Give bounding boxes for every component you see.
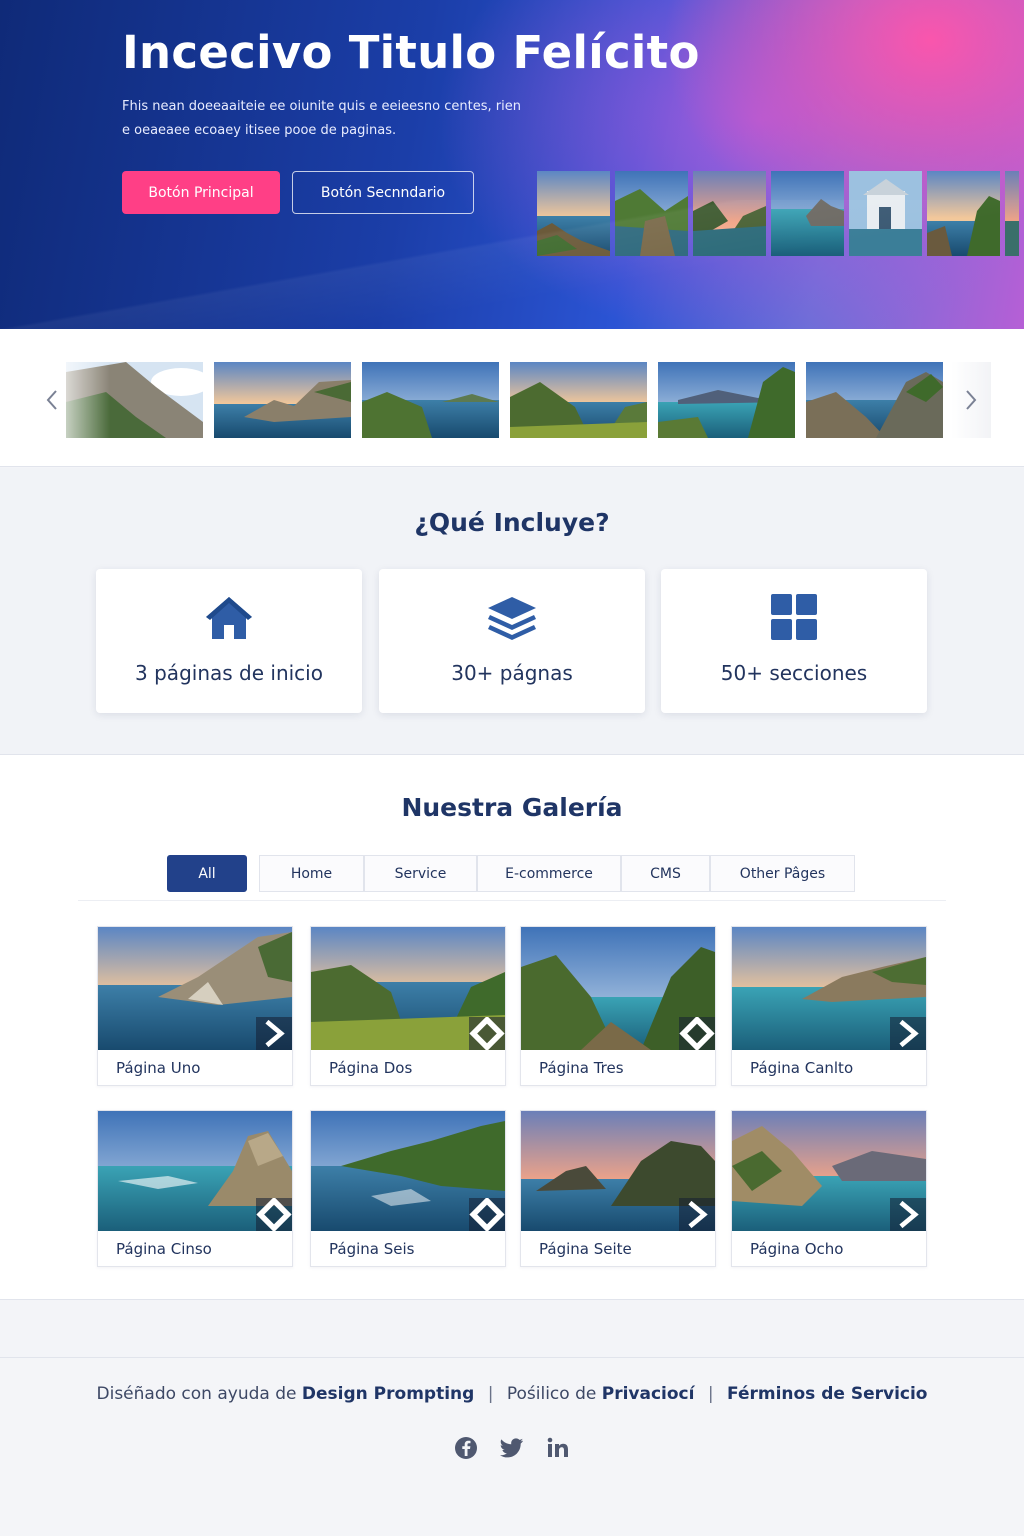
gallery-caption: Página Dos: [329, 1058, 413, 1077]
footer-credit-text: Diséñado con ayuda de: [96, 1384, 297, 1404]
gallery-open-button[interactable]: [890, 1198, 926, 1231]
gallery-open-button[interactable]: [256, 1017, 292, 1050]
chevron-right-icon: [899, 1019, 919, 1048]
carousel-thumbnail[interactable]: [510, 362, 647, 438]
carousel-next-button[interactable]: [951, 362, 991, 438]
diamond-icon: [469, 1017, 505, 1050]
filter-other-pages[interactable]: Other Pâges: [710, 855, 855, 892]
include-card-label: 3 páginas de inicio: [135, 661, 323, 685]
gallery-caption: Página Cinso: [116, 1239, 212, 1258]
twitter-icon[interactable]: [500, 1436, 524, 1460]
home-icon: [96, 593, 362, 643]
primary-button[interactable]: Botón Principal: [122, 171, 280, 214]
filter-cms[interactable]: CMS: [621, 855, 710, 892]
gallery-item[interactable]: Página Dos: [310, 926, 506, 1086]
facebook-icon[interactable]: [454, 1436, 478, 1460]
carousel-thumbnail[interactable]: [658, 362, 795, 438]
chevron-right-icon: [899, 1200, 919, 1229]
diamond-icon: [679, 1017, 715, 1050]
gallery-item[interactable]: Página Tres: [520, 926, 716, 1086]
diamond-icon: [256, 1198, 292, 1231]
hero-thumbnail[interactable]: [693, 171, 766, 256]
layers-icon: [379, 593, 645, 643]
hero-thumbnail[interactable]: [771, 171, 844, 256]
gallery-open-button[interactable]: [469, 1017, 505, 1050]
gallery-open-button[interactable]: [890, 1017, 926, 1050]
include-card-sections: 50+ secciones: [661, 569, 927, 713]
gallery-filter-bar: All Home Service E-commerce CMS Other Pâ…: [167, 855, 855, 892]
hero-thumbnail[interactable]: [927, 171, 1000, 256]
carousel-thumbnail[interactable]: [362, 362, 499, 438]
privacy-link-prefix: Pośilico de: [506, 1384, 597, 1404]
hero-title: Incecivo Titulo Felícito: [122, 26, 700, 79]
diamond-icon: [469, 1198, 505, 1231]
gallery-item[interactable]: Página Cinso: [97, 1110, 293, 1267]
include-card-pages: 30+ págnas: [379, 569, 645, 713]
gallery-image: [98, 1111, 292, 1231]
gallery-item[interactable]: Página Uno: [97, 926, 293, 1086]
chevron-left-icon: [46, 390, 57, 410]
filter-home[interactable]: Home: [259, 855, 364, 892]
footer-separator: |: [487, 1384, 494, 1404]
includes-title: ¿Qué Incluye?: [414, 508, 610, 537]
grid-icon: [661, 593, 927, 643]
carousel-prev-button[interactable]: [32, 362, 72, 438]
filter-divider: [78, 900, 946, 901]
hero-thumbnail[interactable]: [537, 171, 610, 256]
gallery-open-button[interactable]: [256, 1198, 292, 1231]
privacy-link[interactable]: Pośilico de Privaciocí: [507, 1384, 695, 1404]
hero-description: Fhis nean doeeaaiteie ee oiunite quis e …: [122, 99, 521, 138]
footer-brand-link[interactable]: Design Prompting: [302, 1384, 474, 1404]
hero-thumbnail[interactable]: [615, 171, 688, 256]
gallery-image: [98, 927, 292, 1050]
gallery-caption: Página Uno: [116, 1058, 201, 1077]
carousel-thumbnail[interactable]: [214, 362, 351, 438]
gallery-image: [521, 1111, 715, 1231]
hero-thumbnail-strip: [537, 171, 1019, 256]
gallery-image: [311, 1111, 505, 1231]
footer-links: Diséñado con ayuda de Design Prompting |…: [0, 1384, 1024, 1404]
gallery-image: [732, 1111, 926, 1231]
gallery-image: [732, 927, 926, 1050]
gallery-caption: Página Tres: [539, 1058, 624, 1077]
gallery-caption: Página Seite: [539, 1239, 632, 1258]
include-card-home: 3 páginas de inicio: [96, 569, 362, 713]
secondary-button[interactable]: Botón Secnndario: [292, 171, 474, 214]
gallery-item[interactable]: Página Seis: [310, 1110, 506, 1267]
gallery-title: Nuestra Galería: [401, 793, 623, 822]
carousel-track: [66, 362, 943, 438]
gallery-open-button[interactable]: [679, 1198, 715, 1231]
carousel-thumbnail[interactable]: [806, 362, 943, 438]
gallery-image: [311, 927, 505, 1050]
filter-all[interactable]: All: [167, 855, 247, 892]
gallery-item[interactable]: Página Canlto: [731, 926, 927, 1086]
filter-service[interactable]: Service: [364, 855, 477, 892]
linkedin-icon[interactable]: [546, 1436, 570, 1460]
hero-thumbnail[interactable]: [849, 171, 922, 256]
footer: Diséñado con ayuda de Design Prompting |…: [0, 1357, 1024, 1536]
terms-link[interactable]: Férminos de Servicio: [727, 1384, 927, 1404]
include-card-label: 30+ págnas: [451, 661, 573, 685]
gallery-image: [521, 927, 715, 1050]
gallery-open-button[interactable]: [469, 1198, 505, 1231]
hero-section: Incecivo Titulo Felícito Fhis nean doeea…: [0, 0, 1024, 329]
social-links: [454, 1436, 570, 1460]
gallery-item[interactable]: Página Ocho: [731, 1110, 927, 1267]
gallery-open-button[interactable]: [679, 1017, 715, 1050]
image-carousel: [0, 329, 1024, 467]
chevron-right-icon: [688, 1200, 708, 1229]
includes-section: ¿Qué Incluye? 3 páginas de inicio 30+ pá…: [0, 468, 1024, 755]
chevron-right-icon: [966, 390, 977, 410]
footer-separator: |: [707, 1384, 714, 1404]
privacy-link-bold: Privaciocí: [601, 1384, 695, 1404]
gallery-section: Nuestra Galería All Home Service E-comme…: [0, 755, 1024, 1300]
include-card-label: 50+ secciones: [720, 661, 868, 685]
gallery-caption: Página Canlto: [750, 1058, 854, 1077]
gallery-caption: Página Ocho: [750, 1239, 844, 1258]
chevron-right-icon: [265, 1019, 285, 1048]
hero-thumbnail[interactable]: [1005, 171, 1019, 256]
gallery-caption: Página Seis: [329, 1239, 415, 1258]
gallery-item[interactable]: Página Seite: [520, 1110, 716, 1267]
filter-ecommerce[interactable]: E-commerce: [477, 855, 621, 892]
